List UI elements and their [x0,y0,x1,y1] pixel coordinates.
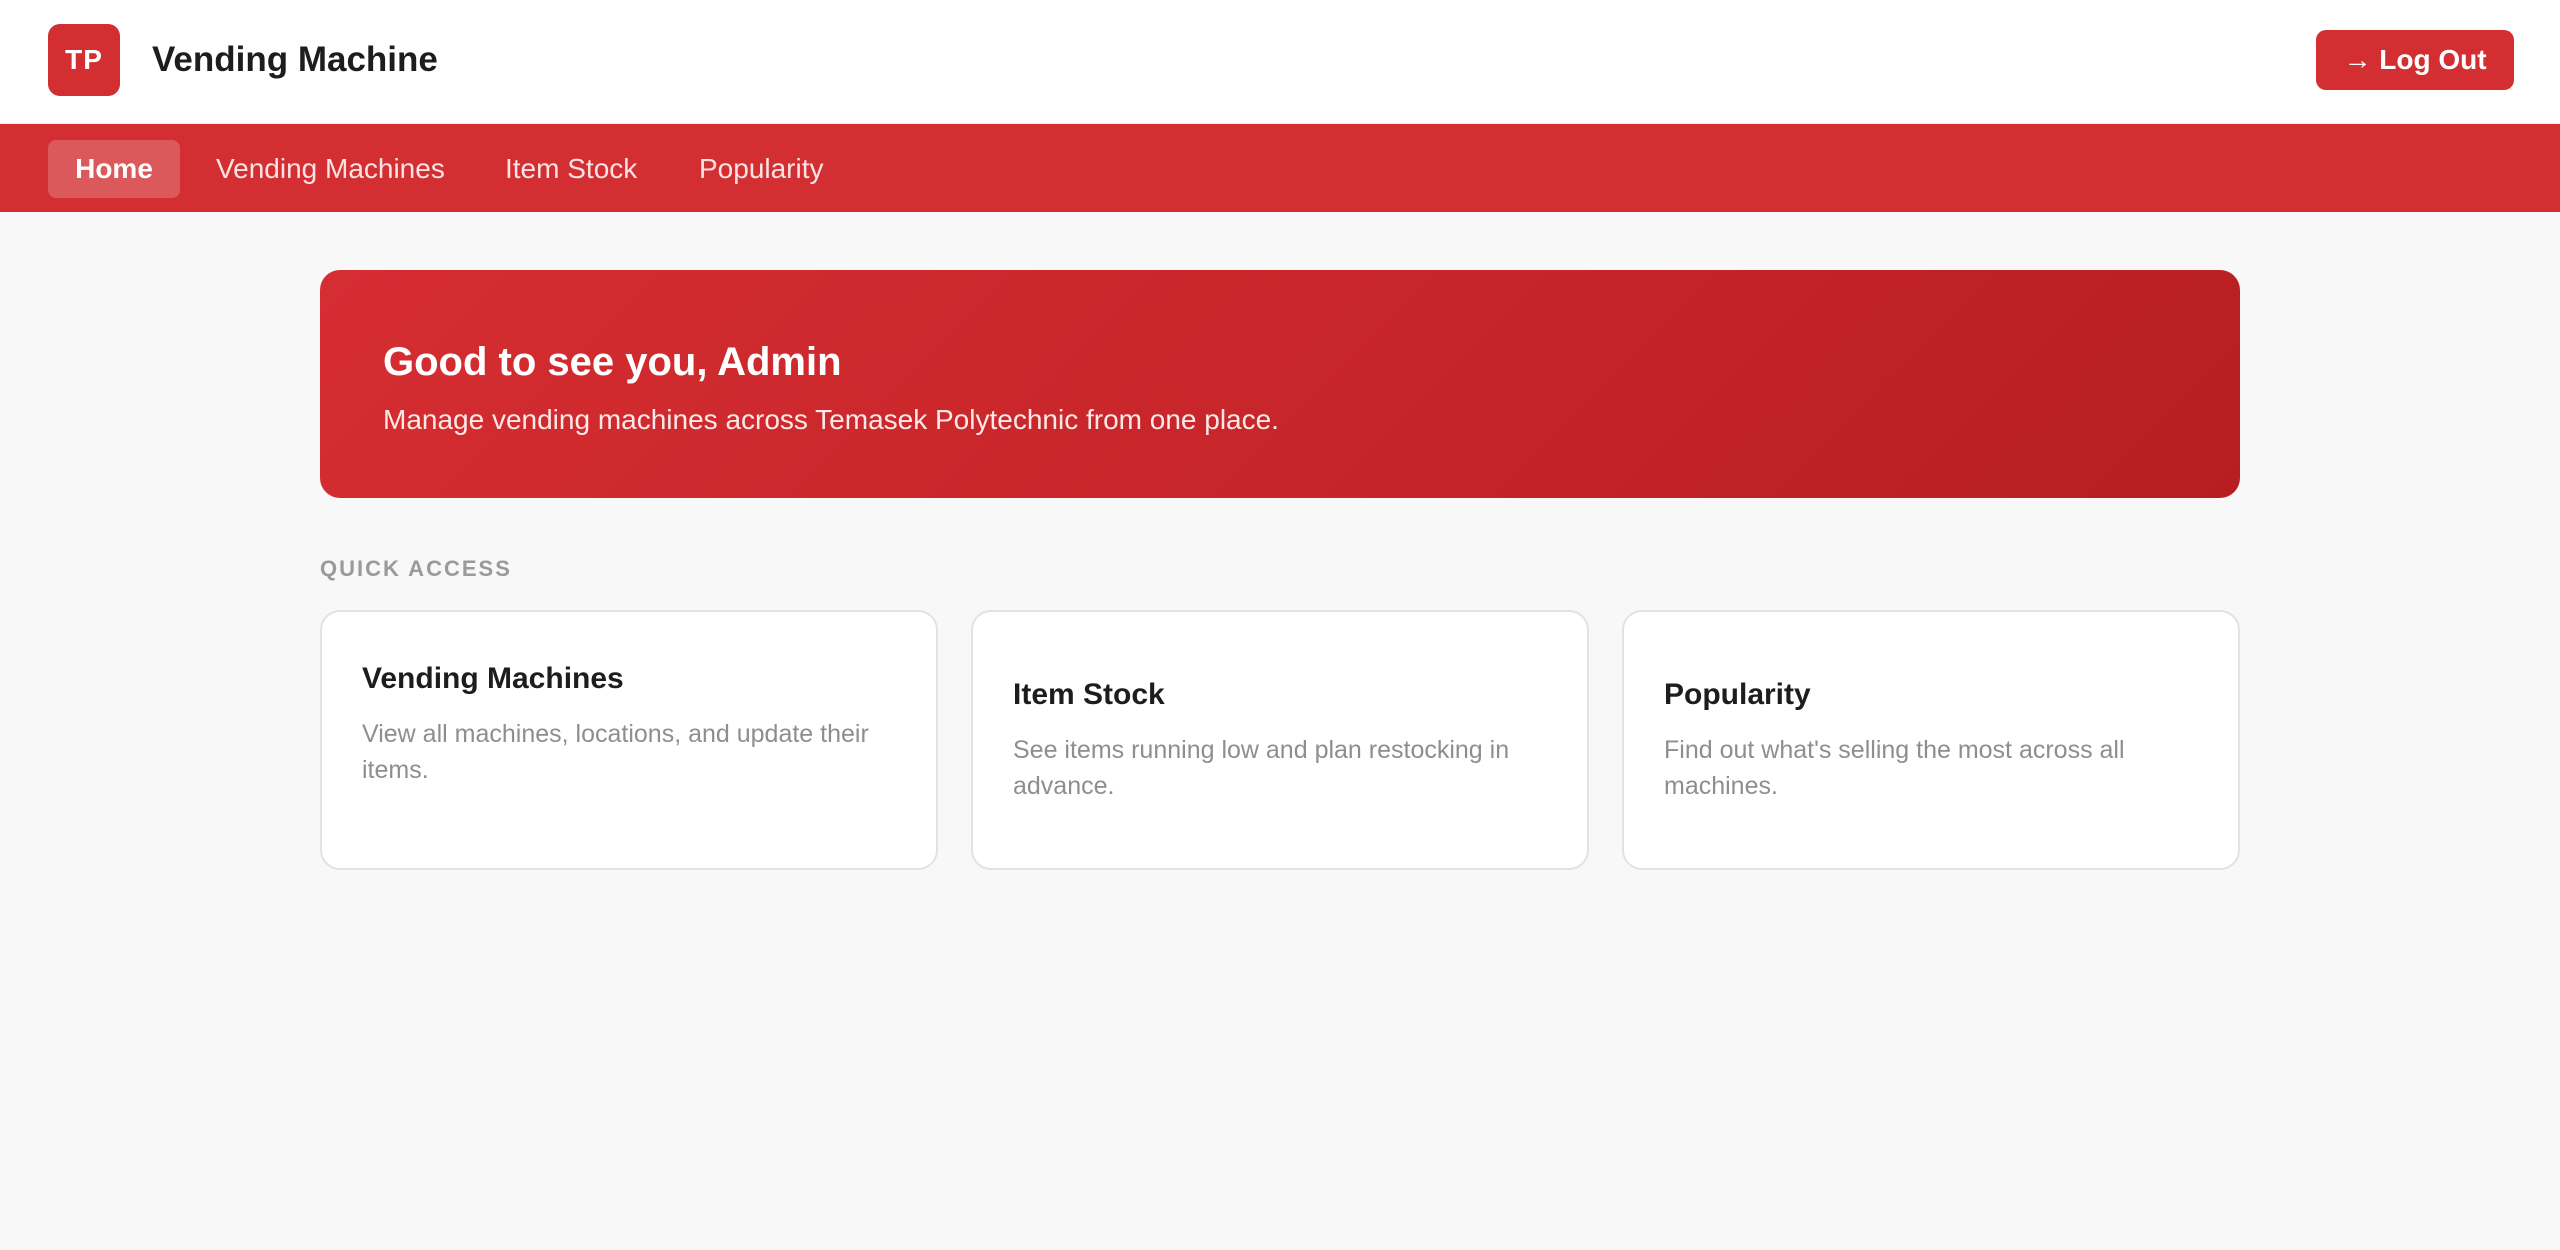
card-title: Item Stock [1013,678,1165,711]
nav-item-vending-machines[interactable]: Vending Machines [216,140,445,198]
nav-item-item-stock[interactable]: Item Stock [505,140,637,198]
card-title: Vending Machines [362,662,624,695]
logout-button[interactable]: → Log Out [2316,30,2514,90]
main-nav: Home Vending Machines Item Stock Popular… [0,124,2560,212]
card-description: Find out what's selling the most across … [1664,736,2125,800]
app-header: TP Vending Machine → Log Out [0,0,2560,124]
nav-item-label: Vending Machines [216,153,445,184]
logo-text: TP [65,44,103,75]
quick-access-card-vending-machines[interactable]: Vending Machines View all machines, loca… [320,610,938,870]
app-title: Vending Machine [152,40,438,79]
card-description: See items running low and plan restockin… [1013,736,1510,800]
nav-item-popularity[interactable]: Popularity [699,140,824,198]
nav-item-label: Home [75,153,153,184]
quick-access-label: QUICK ACCESS [320,556,512,581]
nav-item-label: Item Stock [505,153,638,184]
welcome-title: Good to see you, Admin [383,340,842,384]
welcome-banner: Good to see you, Admin Manage vending ma… [320,270,2240,498]
card-description: View all machines, locations, and update… [362,720,869,784]
tp-logo: TP [48,24,120,96]
nav-item-label: Popularity [699,153,824,184]
logout-label: → Log Out [2343,44,2487,75]
card-title: Popularity [1664,678,1811,711]
welcome-subtitle: Manage vending machines across Temasek P… [383,404,1279,435]
quick-access-card-item-stock[interactable]: Item Stock See items running low and pla… [971,610,1589,870]
nav-item-home[interactable]: Home [48,140,180,198]
quick-access-card-popularity[interactable]: Popularity Find out what's selling the m… [1622,610,2240,870]
